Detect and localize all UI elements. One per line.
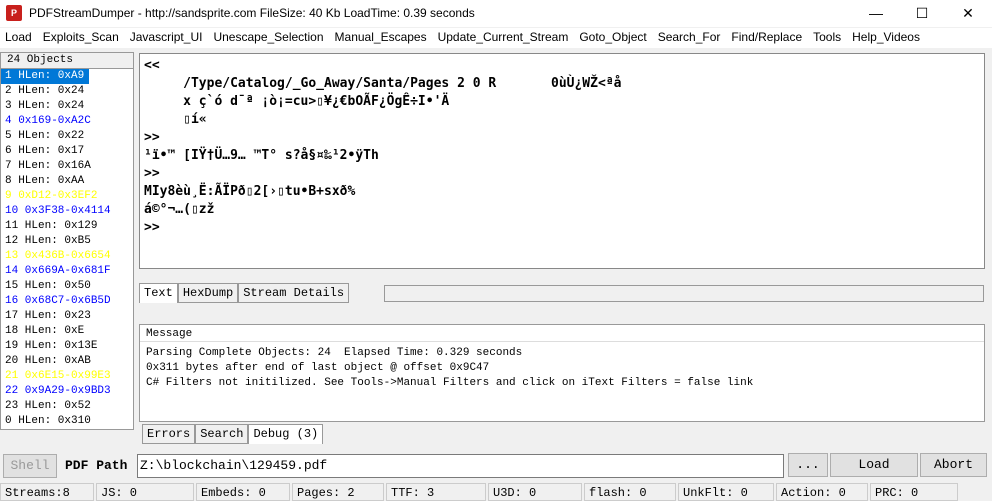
object-list-item[interactable]: 5 HLen: 0x22: [1, 129, 133, 144]
object-list-item[interactable]: 20 HLen: 0xAB: [1, 354, 133, 369]
abort-button[interactable]: Abort: [920, 453, 987, 477]
object-list-item[interactable]: 23 HLen: 0x52: [1, 399, 133, 414]
status-streams: Streams:8: [0, 483, 94, 501]
message-line: C# Filters not initilized. See Tools->Ma…: [146, 377, 754, 389]
pdf-app-icon: P: [6, 5, 22, 21]
maximize-icon[interactable]: ☐: [899, 0, 945, 27]
title-bar: P PDFStreamDumper - http://sandsprite.co…: [0, 0, 992, 27]
tab-stream-details[interactable]: Stream Details: [238, 283, 350, 303]
object-list-item[interactable]: 13 0x436B-0x6654: [1, 249, 133, 264]
menu-manual-escapes[interactable]: Manual_Escapes: [330, 28, 433, 48]
status-js: JS: 0: [96, 483, 194, 501]
tab-text[interactable]: Text: [139, 283, 178, 303]
status-pages: Pages: 2: [292, 483, 384, 501]
menu-update-current-stream[interactable]: Update_Current_Stream: [433, 28, 575, 48]
pdf-path-label: PDF Path: [65, 458, 128, 473]
object-list-item[interactable]: 4 0x169-0xA2C: [1, 114, 133, 129]
status-embeds: Embeds: 0: [196, 483, 290, 501]
minimize-icon[interactable]: —: [853, 0, 899, 27]
object-list-item[interactable]: 15 HLen: 0x50: [1, 279, 133, 294]
object-list-item[interactable]: 14 0x669A-0x681F: [1, 264, 133, 279]
object-list-item[interactable]: 21 0x6E15-0x99E3: [1, 369, 133, 384]
object-list-item[interactable]: 22 0x9A29-0x9BD3: [1, 384, 133, 399]
view-tabs: Text HexDump Stream Details: [139, 283, 350, 303]
object-list-item[interactable]: 8 HLen: 0xAA: [1, 174, 133, 189]
tab-search[interactable]: Search: [195, 424, 249, 444]
status-unkflt: UnkFlt: 0: [678, 483, 774, 501]
object-list[interactable]: 24 Objects 1 HLen: 0xA9 2 HLen: 0x24 3 HLe…: [0, 52, 134, 430]
message-line: 0x311 bytes after end of last object @ o…: [146, 362, 490, 374]
menu-javascript-ui[interactable]: Javascript_UI: [125, 28, 209, 48]
status-ttf: TTF: 3: [386, 483, 486, 501]
object-list-item[interactable]: 2 HLen: 0x24: [1, 84, 133, 99]
object-list-item[interactable]: 9 0xD12-0x3EF2: [1, 189, 133, 204]
status-action: Action: 0: [776, 483, 868, 501]
status-flash: flash: 0: [584, 483, 676, 501]
window-title: PDFStreamDumper - http://sandsprite.com …: [29, 6, 475, 20]
menu-bar: Load Exploits_Scan Javascript_UI Unescape_S…: [0, 28, 992, 48]
bottom-tabs: Errors Search Debug (3): [142, 424, 324, 444]
status-u3d: U3D: 0: [488, 483, 582, 501]
object-list-item[interactable]: 12 HLen: 0xB5: [1, 234, 133, 249]
menu-tools[interactable]: Tools: [808, 28, 847, 48]
menu-unescape-selection[interactable]: Unescape_Selection: [208, 28, 329, 48]
shell-button[interactable]: Shell: [3, 454, 57, 478]
object-list-item[interactable]: 16 0x68C7-0x6B5D: [1, 294, 133, 309]
load-button[interactable]: Load: [830, 453, 918, 477]
object-list-header[interactable]: 24 Objects: [1, 53, 133, 69]
object-list-item[interactable]: 11 HLen: 0x129: [1, 219, 133, 234]
menu-goto-object[interactable]: Goto_Object: [574, 28, 652, 48]
object-list-item[interactable]: 0 HLen: 0x310: [1, 414, 133, 429]
menu-load[interactable]: Load: [0, 28, 38, 48]
tab-strip-field: [384, 285, 984, 302]
object-list-item[interactable]: 18 HLen: 0xE: [1, 324, 133, 339]
object-list-item[interactable]: 19 HLen: 0x13E: [1, 339, 133, 354]
menu-exploits-scan[interactable]: Exploits_Scan: [38, 28, 125, 48]
object-list-item[interactable]: 1 HLen: 0xA9: [1, 69, 89, 84]
message-panel: Message Parsing Complete Objects: 24 Ela…: [139, 324, 985, 422]
menu-search-for[interactable]: Search_For: [653, 28, 727, 48]
object-list-item[interactable]: 10 0x3F38-0x4114: [1, 204, 133, 219]
tab-debug-[interactable]: Debug (3): [248, 424, 324, 444]
browse-button[interactable]: ...: [788, 453, 828, 477]
stream-content[interactable]: << /Type/Catalog/_Go_Away/Santa/Pages 2 …: [139, 53, 985, 269]
object-list-item[interactable]: 17 HLen: 0x23: [1, 309, 133, 324]
menu-find-replace[interactable]: Find/Replace: [726, 28, 808, 48]
object-list-item[interactable]: 6 HLen: 0x17: [1, 144, 133, 159]
object-list-item[interactable]: 3 HLen: 0x24: [1, 99, 133, 114]
object-list-item[interactable]: 7 HLen: 0x16A: [1, 159, 133, 174]
message-line: Parsing Complete Objects: 24 Elapsed Tim…: [146, 347, 523, 359]
status-prc: PRC: 0: [870, 483, 958, 501]
menu-help-videos[interactable]: Help_Videos: [847, 28, 926, 48]
tab-errors[interactable]: Errors: [142, 424, 196, 444]
message-header: Message: [140, 325, 984, 342]
tab-hexdump[interactable]: HexDump: [177, 283, 239, 303]
close-icon[interactable]: ✕: [945, 0, 991, 27]
pdf-path-input[interactable]: Z:\blockchain\129459.pdf: [137, 454, 784, 478]
